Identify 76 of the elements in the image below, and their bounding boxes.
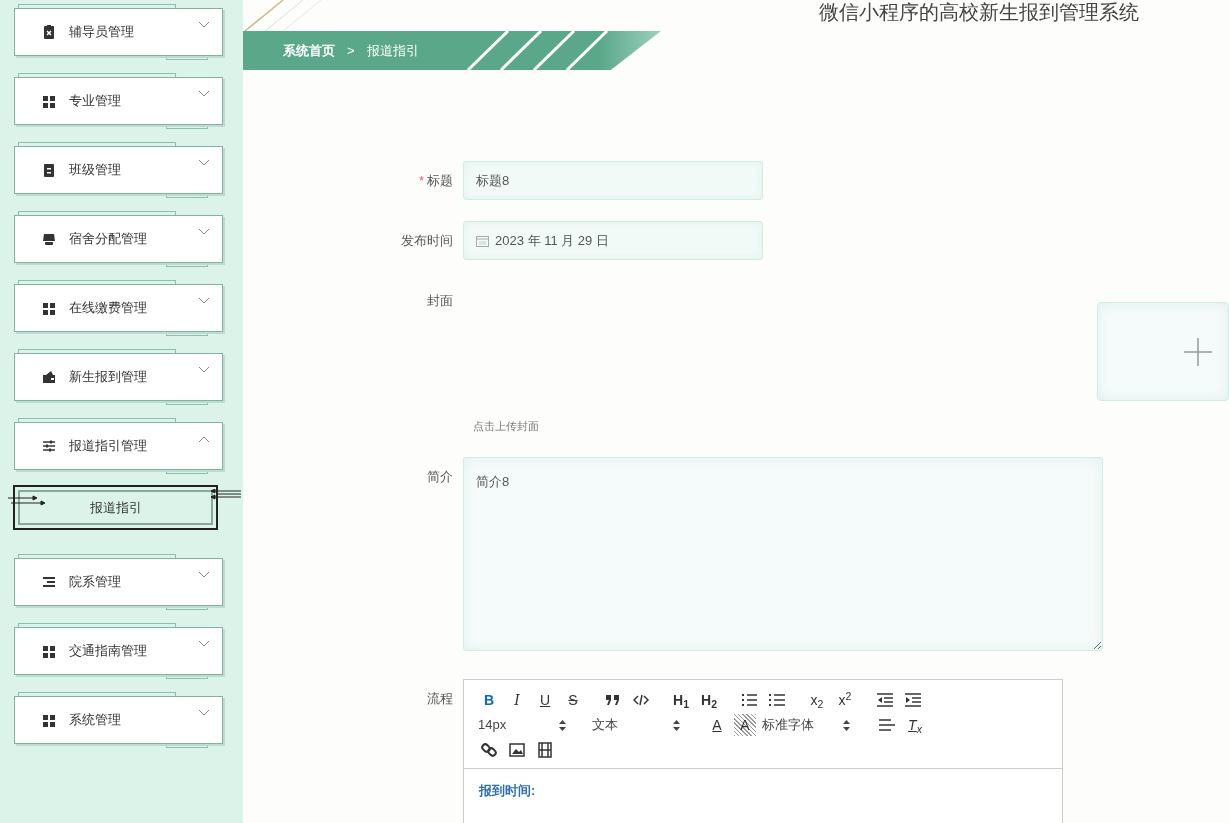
chevron-down-icon <box>198 709 210 717</box>
clipboard-icon <box>41 162 57 178</box>
toolbar-button[interactable]: H$_{1}$ <box>670 689 692 711</box>
chevron-up-icon <box>198 435 210 443</box>
menu-label: 辅导员管理 <box>69 23 134 42</box>
menu-label: 班级管理 <box>69 161 121 180</box>
toolbar-button[interactable]: x$_{2}$ <box>806 689 828 711</box>
list-icon <box>41 574 57 590</box>
dropdown[interactable]: 14px <box>478 715 578 735</box>
toolbar-button[interactable]: H$_{2}$ <box>698 689 720 711</box>
menu-label: 院系管理 <box>69 573 121 592</box>
title-input-field[interactable]: 标题8 <box>463 161 763 200</box>
menu-label: 新生报到管理 <box>69 368 147 387</box>
chevron-down-icon <box>198 571 210 579</box>
calendar-icon <box>476 234 489 247</box>
field-label: 流程 <box>427 690 453 708</box>
menu-item[interactable]: 在线缴费管理 <box>14 284 223 332</box>
toolbar-button[interactable]: I <box>506 689 528 711</box>
sliders-icon <box>41 438 57 454</box>
toolbar-button[interactable]: B <box>478 689 500 711</box>
store-icon <box>41 231 57 247</box>
up-down-caret-icon <box>843 719 850 731</box>
field-label: 封面 <box>427 292 453 310</box>
toolbar-button[interactable]: A <box>734 714 756 736</box>
rich-text-editor[interactable]: B I U S H$_{1}$ H$_{2}$ x$_{2}$ x$^{2}$ 14px 文本 A A 标准字体 T$_{x}$ 报到时间: <box>463 679 1063 823</box>
upload-hint: 点击上传封面 <box>473 419 540 433</box>
breadcrumb-current: 报道指引 <box>366 41 419 60</box>
menu-item[interactable]: 班级管理 <box>14 146 223 194</box>
dropdown[interactable]: 标准字体 <box>762 715 862 735</box>
arrows-icon <box>8 495 45 507</box>
required-mark: * <box>418 172 424 190</box>
chevron-down-icon <box>198 640 210 648</box>
toolbar-button[interactable]: x$^{2}$ <box>834 689 856 711</box>
chevron-down-icon <box>198 366 210 374</box>
date-field[interactable]: 2023 年 11 月 29 日 <box>463 221 763 260</box>
dropdown[interactable]: 文本 <box>592 715 692 735</box>
menu-item[interactable]: 交通指南管理 <box>14 627 223 675</box>
menu-label: 专业管理 <box>69 92 121 111</box>
wallet-icon <box>41 369 57 385</box>
up-down-caret-icon <box>673 719 680 731</box>
system-title: 微信小程序的高校新生报到管理系统 <box>819 0 1139 24</box>
menu-item[interactable]: 宿舍分配管理 <box>14 215 223 263</box>
menu-label: 系统管理 <box>69 711 121 730</box>
menu-label: 报道指引管理 <box>69 437 147 456</box>
breadcrumb-separator: > <box>347 41 355 60</box>
toolbar-button[interactable]: A <box>706 714 728 736</box>
grid-icon <box>41 93 57 109</box>
chevron-down-icon <box>198 90 210 98</box>
chevron-down-icon <box>198 21 210 29</box>
menu-label: 宿舍分配管理 <box>69 230 147 249</box>
field-label: 简介 <box>427 468 453 486</box>
menu-item[interactable]: 院系管理 <box>14 558 223 606</box>
chevron-down-icon <box>198 159 210 167</box>
field-label: 标题 <box>427 172 453 190</box>
submenu-item[interactable]: 报道指引 <box>13 485 218 530</box>
toolbar-button[interactable]: U <box>534 689 556 711</box>
grid-icon <box>41 712 57 728</box>
menu-item[interactable]: 报道指引管理 <box>14 422 223 470</box>
menu-item[interactable]: 专业管理 <box>14 77 223 125</box>
toolbar-button[interactable]: S <box>562 689 584 711</box>
plus-icon <box>1184 337 1212 366</box>
toolbar-button[interactable]: T$_{x}$ <box>904 714 926 736</box>
up-down-caret-icon <box>559 719 566 731</box>
editor-content: 报到时间: <box>477 782 537 800</box>
grid-icon <box>41 300 57 316</box>
clipboard-x-icon <box>41 24 57 40</box>
grid-icon <box>41 643 57 659</box>
menu-label: 在线缴费管理 <box>69 299 147 318</box>
menu-item[interactable]: 辅导员管理 <box>14 8 223 56</box>
menu-item[interactable]: 新生报到管理 <box>14 353 223 401</box>
intro-textarea[interactable]: 简介8 <box>463 457 1103 651</box>
menu-label: 交通指南管理 <box>69 642 147 661</box>
chevron-down-icon <box>198 297 210 305</box>
menu-item[interactable]: 系统管理 <box>14 696 223 744</box>
field-label: 发布时间 <box>401 232 453 250</box>
chevron-down-icon <box>198 228 210 236</box>
